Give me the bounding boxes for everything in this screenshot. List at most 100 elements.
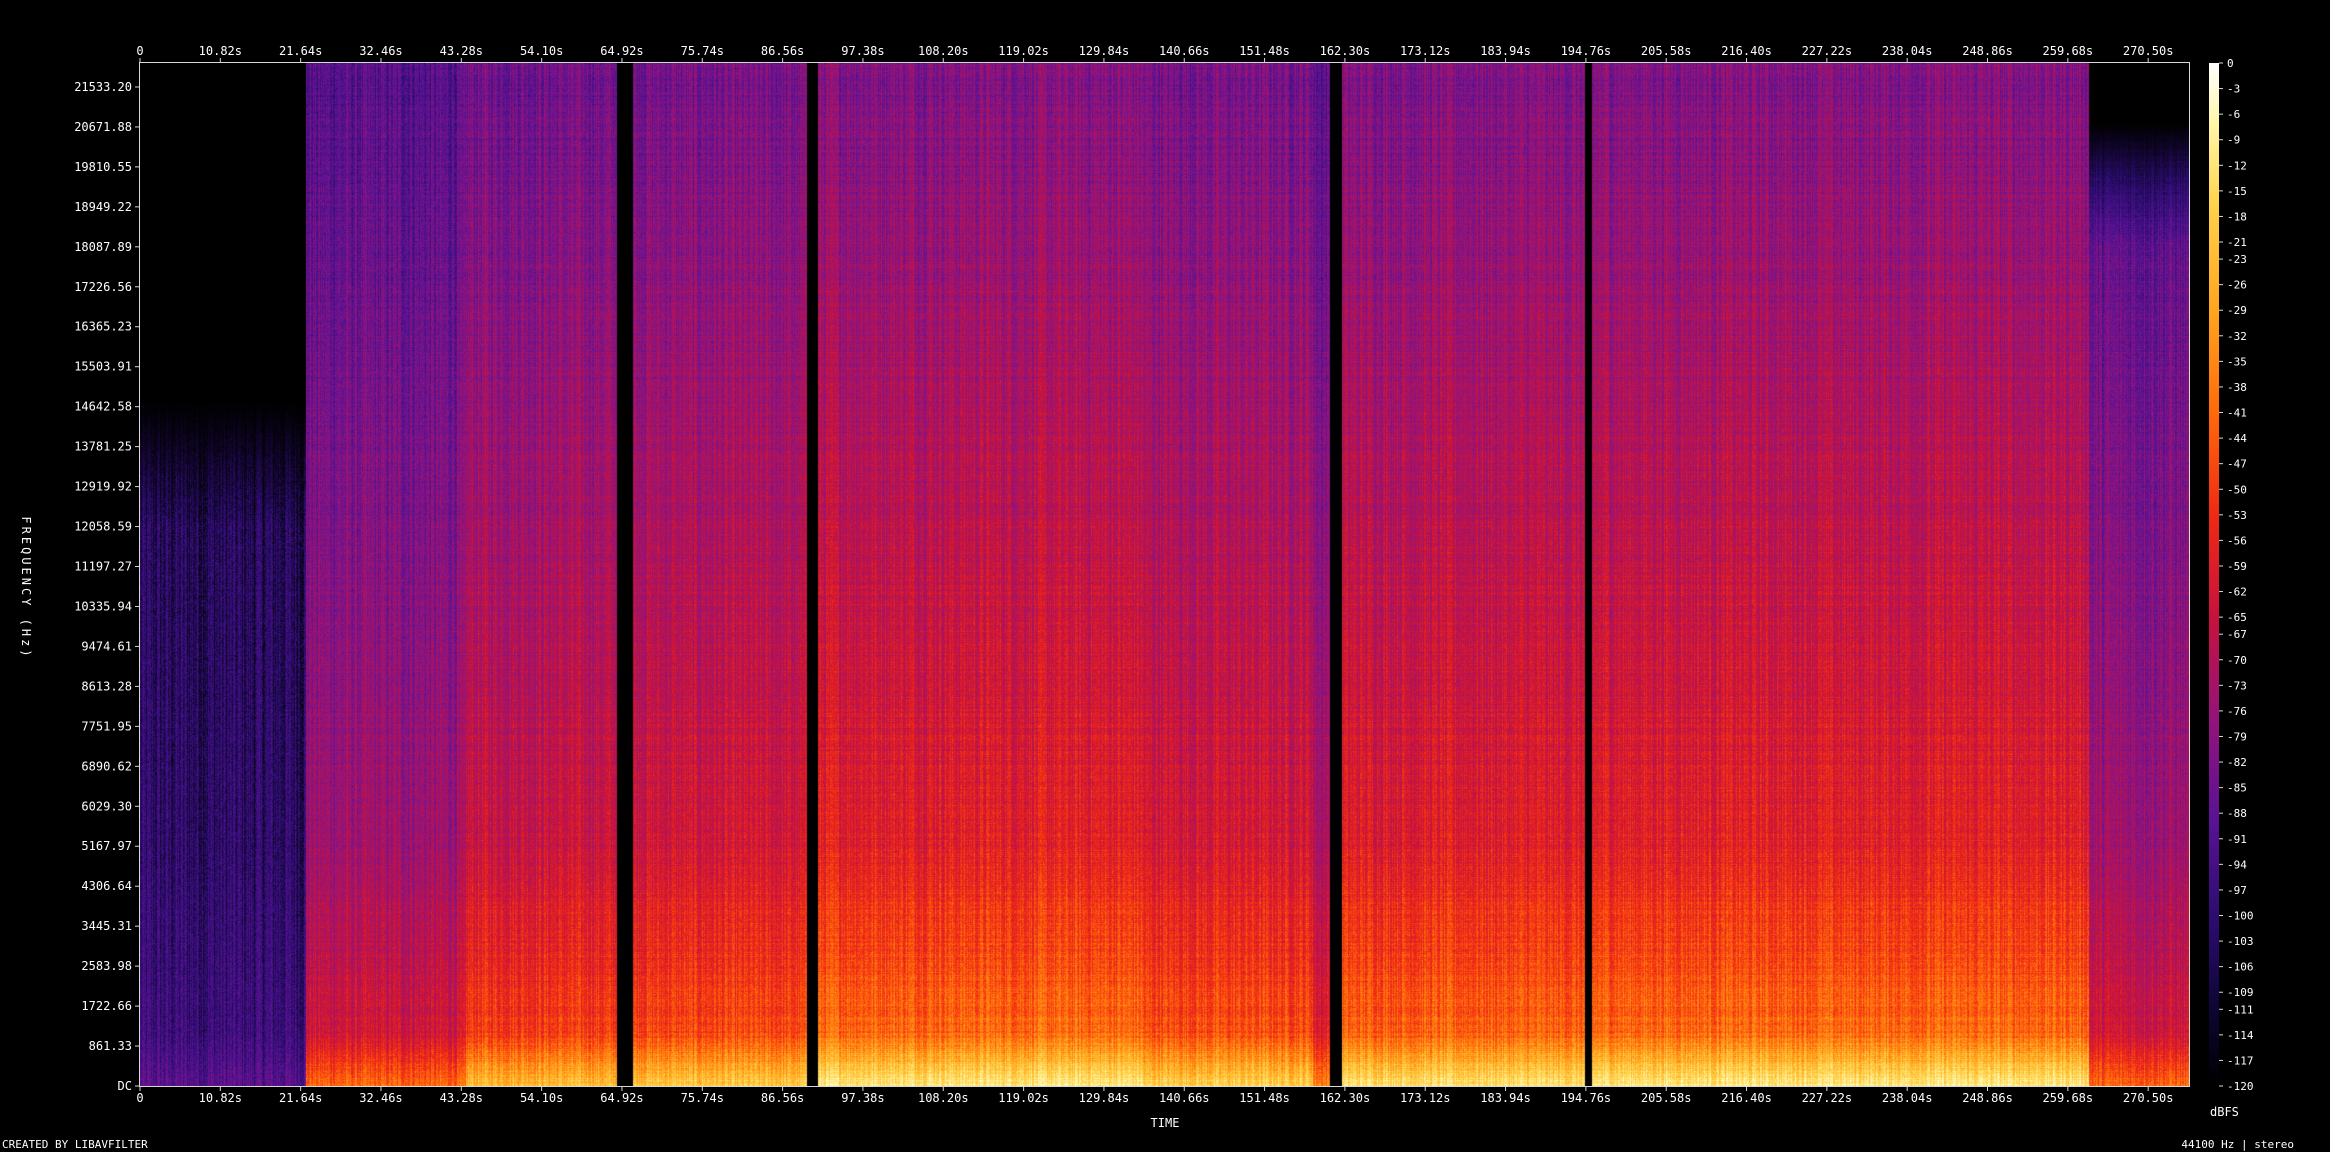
colorbar-tick-label: -59 — [2227, 560, 2247, 573]
colorbar-tick-label: -32 — [2227, 330, 2247, 343]
y-tick-label: 16365.23 — [74, 320, 132, 334]
colorbar-tick-label: -70 — [2227, 654, 2247, 667]
y-tick-label: 5167.97 — [81, 839, 132, 853]
y-ticks: 21533.20 20671.88 19810.55 18949.22 18087.89… — [74, 80, 140, 1093]
x-tick-label: 259.68s — [2043, 1091, 2094, 1105]
colorbar-tick-label: -117 — [2227, 1054, 2254, 1067]
x-tick-label: 194.76s — [1561, 1091, 1612, 1105]
x-tick-label: 97.38s — [841, 1091, 884, 1105]
x-tick-label: 86.56s — [761, 1091, 804, 1105]
x-tick-label: 270.50s — [2123, 44, 2174, 58]
colorbar-tick-label: -94 — [2227, 858, 2247, 871]
colorbar-tick-label: -26 — [2227, 279, 2247, 292]
y-tick-label: 14642.58 — [74, 400, 132, 414]
colorbar-tick-label: 0 — [2227, 57, 2234, 70]
colorbar-tick-label: -76 — [2227, 705, 2247, 718]
colorbar-tick-label: -53 — [2227, 509, 2247, 522]
colorbar-label: dBFS — [2210, 1105, 2239, 1119]
x-tick-label: 151.48s — [1239, 44, 1290, 58]
x-tick-label: 10.82s — [199, 44, 242, 58]
x-tick-label: 21.64s — [279, 1091, 322, 1105]
x-ticks-top: 0 10.82s 21.64s 32.46s 43.28s 54.10s 64.92s 75.… — [136, 44, 2173, 63]
colorbar-tick-label: -41 — [2227, 407, 2247, 420]
colorbar-tick-label: -23 — [2227, 253, 2247, 266]
x-tick-label: 32.46s — [359, 1091, 402, 1105]
colorbar-tick-label: -15 — [2227, 185, 2247, 198]
x-tick-label: 64.92s — [600, 44, 643, 58]
y-tick-label: 8613.28 — [81, 679, 132, 693]
colorbar-tick-label: -56 — [2227, 534, 2247, 547]
y-tick-label: 861.33 — [89, 1039, 132, 1053]
x-tick-label: 0 — [136, 1091, 143, 1105]
credit-text: CREATED BY LIBAVFILTER — [2, 1138, 148, 1151]
colorbar-tick-label: -114 — [2227, 1029, 2254, 1042]
y-tick-label: 18949.22 — [74, 200, 132, 214]
x-tick-label: 64.92s — [600, 1091, 643, 1105]
y-tick-label: 2583.98 — [81, 959, 132, 973]
chart-overlay: 0 10.82s 21.64s 32.46s 43.28s 54.10s 64.92s 75.… — [2, 44, 2294, 1151]
x-tick-label: 129.84s — [1079, 44, 1130, 58]
x-tick-label: 205.58s — [1641, 44, 1692, 58]
x-tick-label: 0 — [136, 44, 143, 58]
colorbar-tick-label: -3 — [2227, 83, 2240, 96]
y-tick-label: 12919.92 — [74, 480, 132, 494]
colorbar-tick-label: -111 — [2227, 1003, 2254, 1016]
y-tick-label: 9474.61 — [81, 639, 132, 653]
y-tick-label: 13781.25 — [74, 440, 132, 454]
y-tick-label: 4306.64 — [81, 879, 132, 893]
colorbar-tick-label: -65 — [2227, 611, 2247, 624]
x-tick-label: 194.76s — [1561, 44, 1612, 58]
y-tick-label: 7751.95 — [81, 719, 132, 733]
x-tick-label: 43.28s — [440, 1091, 483, 1105]
x-tick-label: 248.86s — [1962, 44, 2013, 58]
colorbar-tick-label: -44 — [2227, 432, 2247, 445]
colorbar-tick-label: -21 — [2227, 236, 2247, 249]
x-tick-label: 43.28s — [440, 44, 483, 58]
x-tick-label: 205.58s — [1641, 1091, 1692, 1105]
x-tick-label: 140.66s — [1159, 1091, 1210, 1105]
x-tick-label: 227.22s — [1802, 1091, 1853, 1105]
x-axis-label: TIME — [1151, 1116, 1180, 1130]
y-tick-label: 6029.30 — [81, 799, 132, 813]
x-tick-label: 173.12s — [1400, 1091, 1451, 1105]
colorbar-tick-label: -29 — [2227, 304, 2247, 317]
x-tick-label: 54.10s — [520, 44, 563, 58]
plot-frame — [139, 62, 2190, 1087]
x-tick-label: 75.74s — [681, 44, 724, 58]
x-tick-label: 54.10s — [520, 1091, 563, 1105]
x-tick-label: 75.74s — [681, 1091, 724, 1105]
x-tick-label: 10.82s — [199, 1091, 242, 1105]
colorbar-tick-label: -91 — [2227, 833, 2247, 846]
y-tick-label: 1722.66 — [81, 999, 132, 1013]
x-tick-label: 140.66s — [1159, 44, 1210, 58]
y-tick-label: 12058.59 — [74, 520, 132, 534]
y-tick-label: 11197.27 — [74, 560, 132, 574]
x-tick-label: 270.50s — [2123, 1091, 2174, 1105]
x-tick-label: 173.12s — [1400, 44, 1451, 58]
x-tick-label: 21.64s — [279, 44, 322, 58]
colorbar-ticks: 0 -3 -6 -9 -12 -15 -18 -21 -23 -26 -29 -32 -35 -38 -41… — [2219, 57, 2254, 1093]
x-tick-label: 183.94s — [1480, 44, 1531, 58]
y-tick-label: 3445.31 — [81, 919, 132, 933]
colorbar-tick-label: -106 — [2227, 961, 2254, 974]
x-tick-label: 108.20s — [918, 44, 969, 58]
x-tick-label: 162.30s — [1320, 1091, 1371, 1105]
colorbar-tick-label: -62 — [2227, 586, 2247, 599]
y-tick-label: 10335.94 — [74, 599, 132, 613]
colorbar-tick-label: -120 — [2227, 1080, 2254, 1093]
y-tick-label: 17226.56 — [74, 280, 132, 294]
colorbar-tick-label: -100 — [2227, 910, 2254, 923]
colorbar-tick-label: -18 — [2227, 210, 2247, 223]
x-tick-label: 119.02s — [998, 1091, 1049, 1105]
x-tick-label: 32.46s — [359, 44, 402, 58]
x-tick-label: 259.68s — [2043, 44, 2094, 58]
x-tick-label: 216.40s — [1721, 1091, 1772, 1105]
colorbar-tick-label: -82 — [2227, 756, 2247, 769]
colorbar-tick-label: -109 — [2227, 986, 2254, 999]
x-tick-label: 151.48s — [1239, 1091, 1290, 1105]
x-tick-label: 162.30s — [1320, 44, 1371, 58]
x-tick-label: 108.20s — [918, 1091, 969, 1105]
y-tick-label: 15503.91 — [74, 360, 132, 374]
colorbar-tick-label: -79 — [2227, 730, 2247, 743]
colorbar-tick-label: -97 — [2227, 884, 2247, 897]
